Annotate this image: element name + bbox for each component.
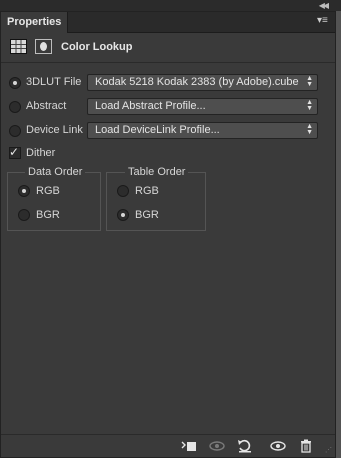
- updown-arrows-icon: ▲ ▼: [306, 123, 313, 136]
- select-3dlut-file-value: Kodak 5218 Kodak 2383 (by Adobe).cube: [95, 76, 299, 88]
- checkmark-icon: ✓: [9, 145, 20, 159]
- tab-properties[interactable]: Properties: [1, 12, 69, 33]
- radio-abstract[interactable]: [9, 101, 21, 113]
- table-order-group: Table Order RGB BGR: [106, 166, 206, 231]
- updown-arrows-icon: ▲ ▼: [306, 75, 313, 88]
- panel-menu-icon[interactable]: ▾≡: [317, 16, 329, 26]
- data-order-bgr-label: BGR: [36, 209, 60, 221]
- select-abstract-value: Load Abstract Profile...: [95, 100, 206, 112]
- radio-data-order-rgb[interactable]: [18, 185, 30, 197]
- updown-arrows-icon: ▲ ▼: [306, 99, 313, 112]
- resize-grip-icon[interactable]: ⋰: [325, 447, 333, 455]
- panel-title: Color Lookup: [61, 41, 133, 53]
- select-3dlut-file[interactable]: Kodak 5218 Kodak 2383 (by Adobe).cube ▲ ▼: [87, 74, 318, 91]
- table-order-rgb-label: RGB: [135, 185, 159, 197]
- properties-panel: Properties ▾≡ Color Lookup 3DLUT File Ko…: [0, 11, 336, 458]
- table-order-title: Table Order: [125, 166, 189, 178]
- grid-table-icon[interactable]: [10, 39, 27, 54]
- radio-device-link[interactable]: [9, 125, 21, 137]
- label-3dlut-file: 3DLUT File: [26, 76, 82, 88]
- collapse-panels-icon[interactable]: ◀◀: [319, 1, 329, 10]
- data-order-title: Data Order: [25, 166, 86, 178]
- table-order-bgr-label: BGR: [135, 209, 159, 221]
- radio-3dlut-file[interactable]: [9, 77, 21, 89]
- panel-dock-strip: ◀◀: [0, 0, 341, 11]
- select-devicelink-profile[interactable]: Load DeviceLink Profile... ▲ ▼: [87, 122, 318, 139]
- panel-tab-bar: Properties ▾≡: [1, 12, 335, 33]
- trash-icon[interactable]: [298, 439, 314, 453]
- radio-data-order-bgr[interactable]: [18, 209, 30, 221]
- clip-to-layer-icon[interactable]: [181, 439, 197, 453]
- properties-header: Color Lookup: [1, 33, 335, 63]
- data-order-group: Data Order RGB BGR: [7, 166, 101, 231]
- radio-table-order-rgb[interactable]: [117, 185, 129, 197]
- radio-table-order-bgr[interactable]: [117, 209, 129, 221]
- layer-mask-icon[interactable]: [35, 39, 52, 54]
- panel-footer: ⋰: [1, 434, 335, 457]
- select-abstract-profile[interactable]: Load Abstract Profile... ▲ ▼: [87, 98, 318, 115]
- view-previous-state-icon[interactable]: [209, 439, 225, 453]
- label-dither: Dither: [26, 147, 56, 159]
- label-device-link: Device Link: [26, 124, 83, 136]
- reset-icon[interactable]: [237, 439, 253, 453]
- eye-icon[interactable]: [270, 439, 286, 453]
- select-devicelink-value: Load DeviceLink Profile...: [95, 124, 220, 136]
- label-abstract: Abstract: [26, 100, 67, 112]
- data-order-rgb-label: RGB: [36, 185, 60, 197]
- checkbox-dither[interactable]: ✓: [9, 145, 21, 159]
